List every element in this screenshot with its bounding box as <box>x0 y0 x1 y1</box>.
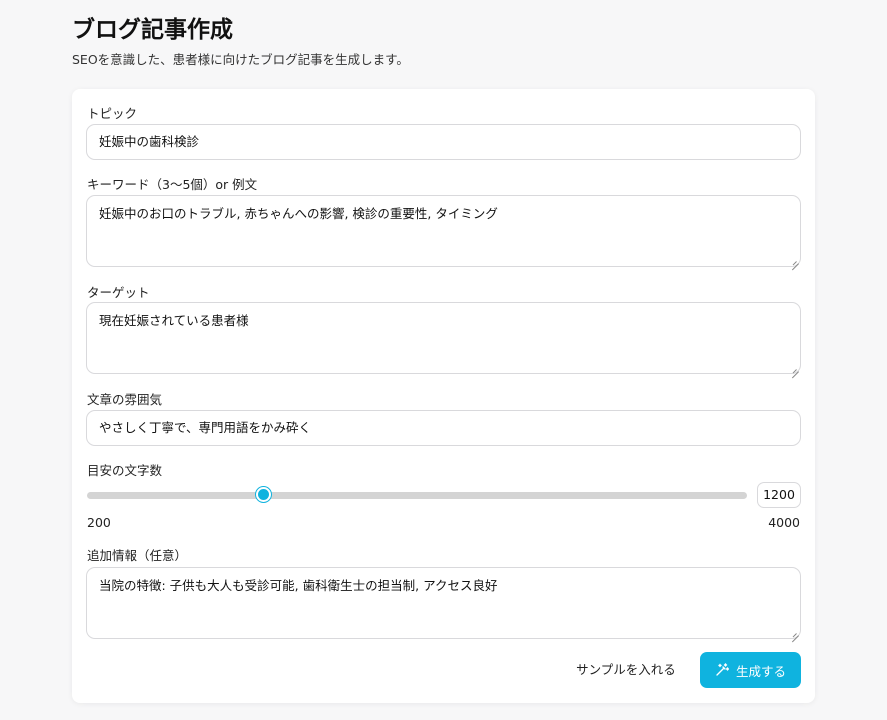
extra-info-label: 追加情報（任意） <box>87 548 188 563</box>
extra-info-resize-handle[interactable] <box>790 627 799 636</box>
length-max-label: 4000 <box>768 515 800 530</box>
generate-button-label: 生成する <box>735 663 786 679</box>
length-min-label: 200 <box>87 515 111 530</box>
topic-label: トピック <box>87 106 138 121</box>
length-slider-thumb[interactable] <box>256 487 271 502</box>
length-label: 目安の文字数 <box>87 463 163 478</box>
magic-wand-icon <box>715 663 729 677</box>
tone-input[interactable]: やさしく丁寧で、専門用語をかみ砕く <box>86 410 801 446</box>
length-slider-track[interactable] <box>87 492 747 499</box>
target-label: ターゲット <box>87 285 150 300</box>
page-title: ブログ記事作成 <box>72 17 233 43</box>
keywords-resize-handle[interactable] <box>790 255 799 264</box>
page-subtitle: SEOを意識した、患者様に向けたブログ記事を生成します。 <box>72 52 409 67</box>
insert-sample-button[interactable]: サンプルを入れる <box>568 652 684 688</box>
blog-form-card: トピック 妊娠中の歯科検診 キーワード（3〜5個）or 例文 妊娠中のお口のトラ… <box>72 89 815 703</box>
target-resize-handle[interactable] <box>790 363 799 372</box>
generate-button[interactable]: 生成する <box>700 652 801 688</box>
topic-input[interactable]: 妊娠中の歯科検診 <box>86 124 801 160</box>
extra-info-textarea[interactable]: 当院の特徴: 子供も大人も受診可能, 歯科衛生士の担当制, アクセス良好 <box>86 567 801 639</box>
target-textarea[interactable]: 現在妊娠されている患者様 <box>86 302 801 374</box>
keywords-textarea[interactable]: 妊娠中のお口のトラブル, 赤ちゃんへの影響, 検診の重要性, タイミング <box>86 195 801 267</box>
length-value-input[interactable]: 1200 <box>757 482 801 508</box>
tone-label: 文章の雰囲気 <box>87 392 163 407</box>
keywords-label: キーワード（3〜5個）or 例文 <box>87 177 258 192</box>
